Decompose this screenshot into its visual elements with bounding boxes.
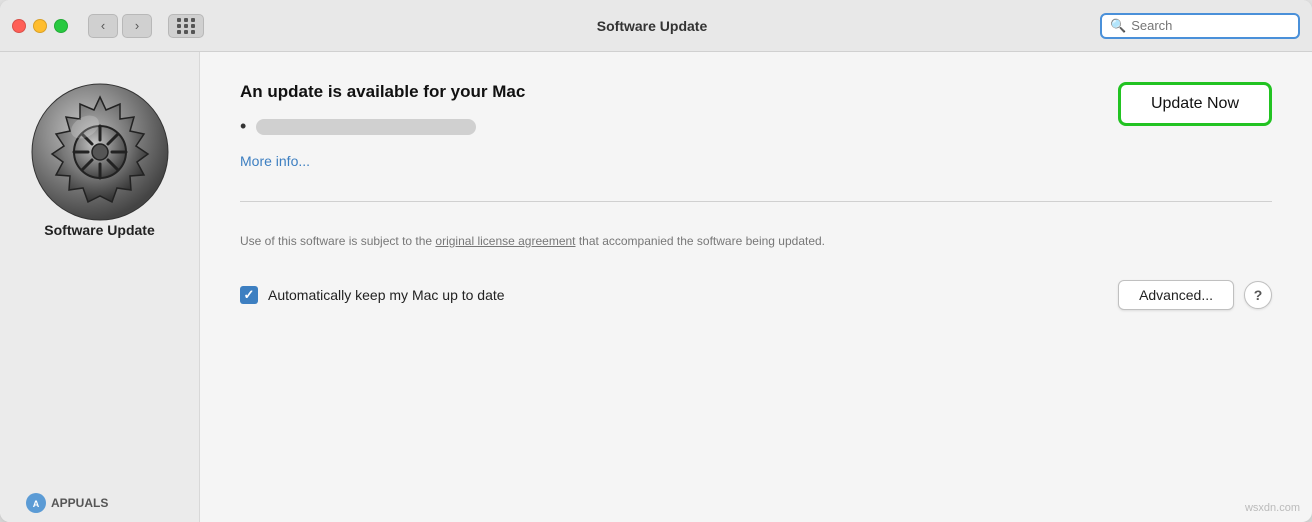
checkmark-icon: ✓ xyxy=(244,287,255,303)
content-area: Software Update An update is available f… xyxy=(0,52,1312,522)
update-item-placeholder xyxy=(256,119,476,135)
titlebar: ‹ › Software Update 🔍 xyxy=(0,0,1312,52)
wsxdn-watermark: wsxdn.com xyxy=(1245,502,1300,514)
update-info: An update is available for your Mac • Mo… xyxy=(240,82,1098,171)
main-panel: An update is available for your Mac • Mo… xyxy=(200,52,1312,522)
more-info-link[interactable]: More info... xyxy=(240,153,310,169)
close-button[interactable] xyxy=(12,19,26,33)
update-section: An update is available for your Mac • Mo… xyxy=(240,82,1272,171)
back-button[interactable]: ‹ xyxy=(88,14,118,38)
nav-buttons: ‹ › xyxy=(88,14,152,38)
back-icon: ‹ xyxy=(101,18,105,33)
sidebar-label: Software Update xyxy=(44,222,154,238)
auto-update-row: ✓ Automatically keep my Mac up to date xyxy=(240,286,505,304)
auto-update-checkbox[interactable]: ✓ xyxy=(240,286,258,304)
license-text: Use of this software is subject to the o… xyxy=(240,232,920,250)
auto-update-label: Automatically keep my Mac up to date xyxy=(268,287,505,303)
svg-text:A: A xyxy=(33,499,40,509)
window-title: Software Update xyxy=(216,18,1088,34)
update-item: • xyxy=(240,116,1098,137)
traffic-lights xyxy=(12,19,68,33)
update-now-button[interactable]: Update Now xyxy=(1118,82,1272,126)
help-button[interactable]: ? xyxy=(1244,281,1272,309)
search-box: 🔍 xyxy=(1100,13,1300,39)
license-text-before: Use of this software is subject to the xyxy=(240,234,435,248)
bullet-point: • xyxy=(240,116,246,137)
forward-icon: › xyxy=(135,18,139,33)
grid-icon xyxy=(177,18,196,34)
sidebar: Software Update xyxy=(0,52,200,522)
license-link[interactable]: original license agreement xyxy=(435,234,575,248)
search-icon: 🔍 xyxy=(1110,18,1126,34)
software-update-icon xyxy=(30,82,170,222)
search-input[interactable] xyxy=(1131,18,1281,33)
update-title: An update is available for your Mac xyxy=(240,82,1098,102)
license-text-after: that accompanied the software being upda… xyxy=(576,234,826,248)
divider xyxy=(240,201,1272,202)
minimize-button[interactable] xyxy=(33,19,47,33)
maximize-button[interactable] xyxy=(54,19,68,33)
appuals-text: APPUALS xyxy=(51,496,108,510)
forward-button[interactable]: › xyxy=(122,14,152,38)
bottom-row: ✓ Automatically keep my Mac up to date A… xyxy=(240,280,1272,310)
grid-view-button[interactable] xyxy=(168,14,204,38)
wsxdn-text: wsxdn.com xyxy=(1245,502,1300,514)
advanced-button[interactable]: Advanced... xyxy=(1118,280,1234,310)
right-buttons: Advanced... ? xyxy=(1118,280,1272,310)
appuals-watermark: A APPUALS xyxy=(25,492,108,514)
